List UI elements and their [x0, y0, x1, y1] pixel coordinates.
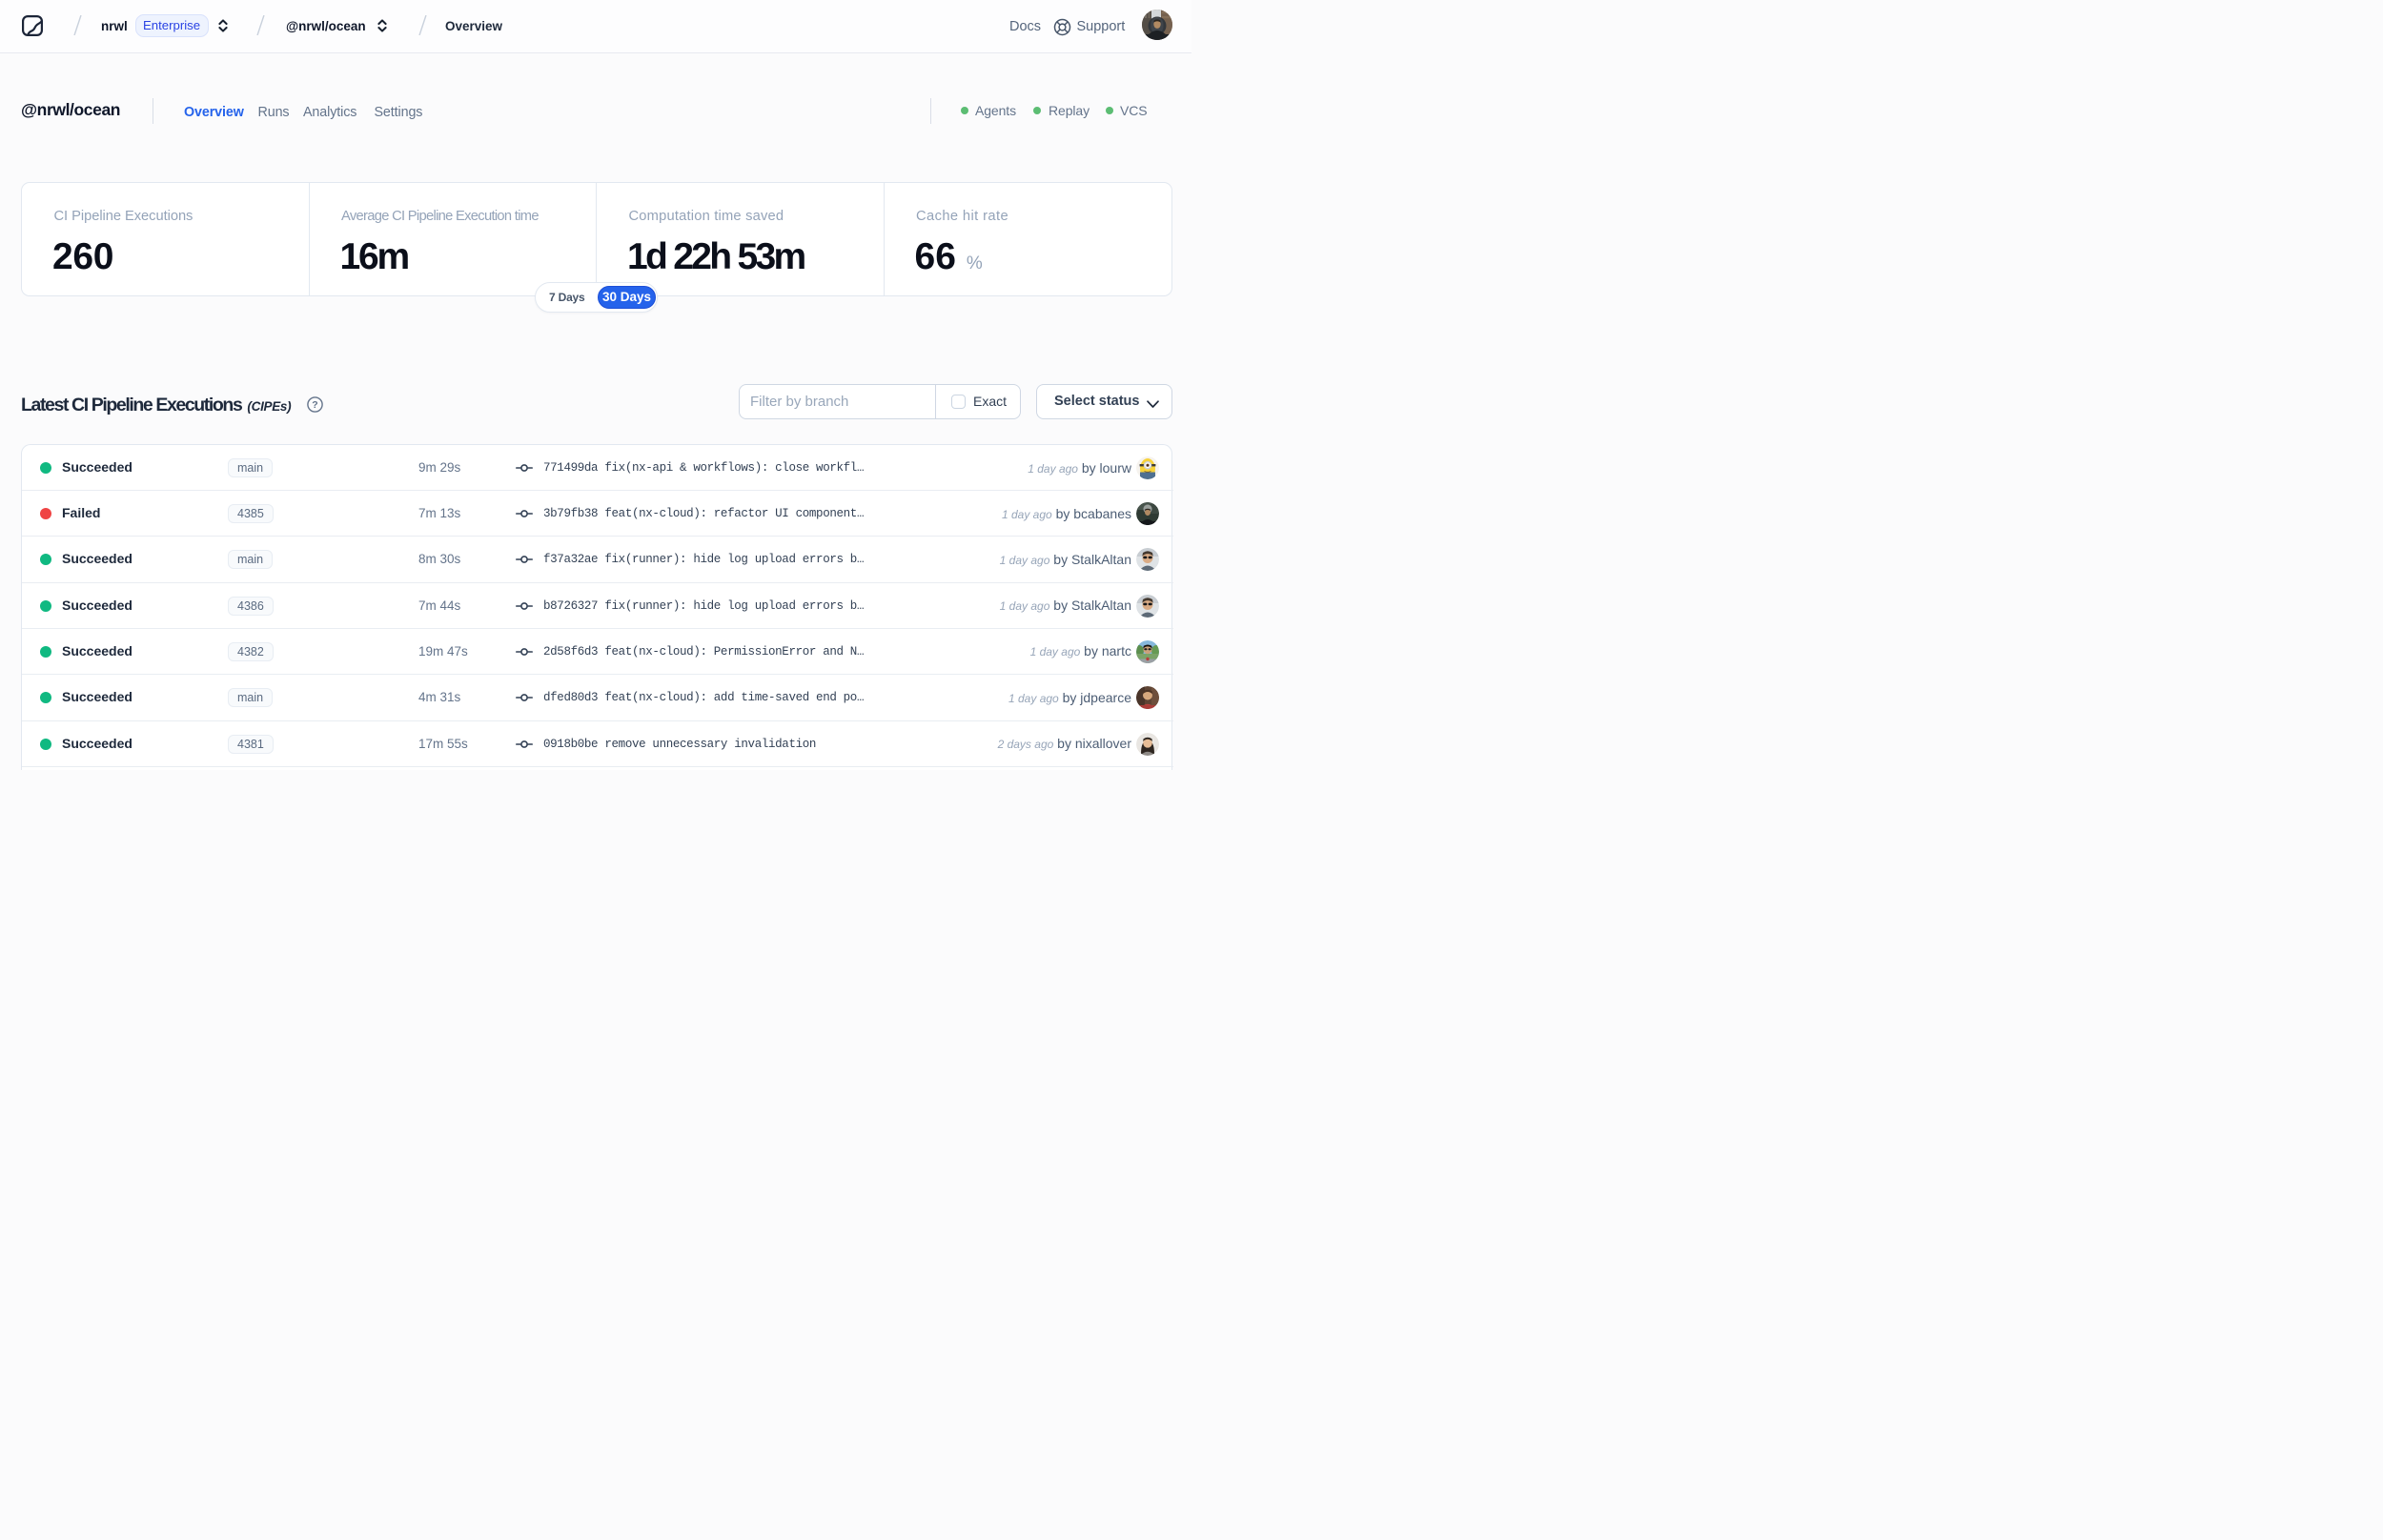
svg-text:?: ? — [312, 399, 317, 411]
